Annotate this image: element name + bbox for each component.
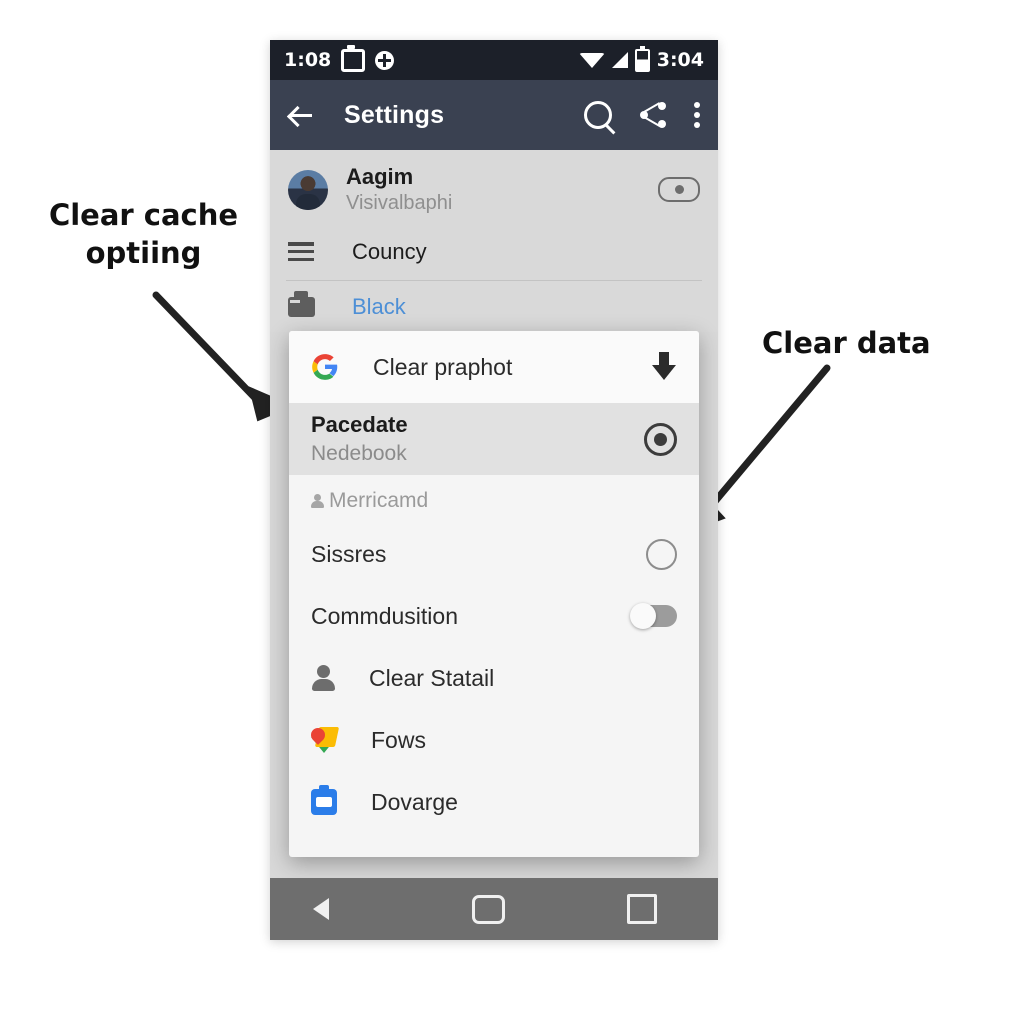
dialog-row-subtitle: Nedebook <box>311 442 407 466</box>
search-icon[interactable] <box>584 101 612 129</box>
dialog-row-label: Commdusition <box>311 602 458 629</box>
dialog-row-label: Clear Statail <box>369 664 495 691</box>
dialog-row-fows[interactable]: Fows <box>289 709 699 771</box>
navigation-bar <box>270 878 718 940</box>
settings-dialog: Clear praphot Pacedate Nedebook Merricam… <box>289 331 699 857</box>
dialog-row-clear-praphot[interactable]: Clear praphot <box>289 331 699 403</box>
settings-list: Aagim Visivalbaphi Councy Black <box>270 150 718 332</box>
profile-name: Aagim <box>346 164 414 189</box>
dialog-section-label: Merricamd <box>329 489 429 512</box>
back-arrow-icon[interactable] <box>288 102 314 128</box>
dialog-row-label: Clear praphot <box>373 353 513 380</box>
radio-selected[interactable] <box>644 422 677 456</box>
dialog-row-label: Dovarge <box>371 788 458 815</box>
cast-icon <box>341 44 366 72</box>
blue-camera-icon <box>311 785 337 815</box>
profile-row[interactable]: Aagim Visivalbaphi <box>270 150 718 226</box>
status-time-right: 3:04 <box>656 49 704 71</box>
annotation-clear-cache: Clear cache optiing <box>48 198 239 271</box>
plus-circle-icon <box>375 50 395 70</box>
avatar <box>288 169 328 210</box>
dialog-row-dovarge[interactable]: Dovarge <box>289 771 699 833</box>
dialog-row-sissres[interactable]: Sissres <box>289 523 699 585</box>
list-item-councy[interactable]: Councy <box>270 226 718 278</box>
nav-recents-icon[interactable] <box>627 894 658 924</box>
briefcase-icon <box>288 290 315 317</box>
annotation-clear-data: Clear data <box>762 326 931 360</box>
share-icon[interactable] <box>640 102 666 128</box>
toggle-chip[interactable] <box>658 177 700 203</box>
google-maps-icon <box>308 725 340 753</box>
dialog-row-label: Fows <box>371 726 426 753</box>
nav-home-icon[interactable] <box>472 894 506 924</box>
dialog-row-pacedate[interactable]: Pacedate Nedebook <box>289 403 699 475</box>
download-icon[interactable] <box>651 352 677 382</box>
list-item-label: Councy <box>352 238 427 264</box>
google-logo-icon <box>312 354 338 380</box>
phone-screenshot: 1:08 3:04 Settings Aagim Visivalbaphi Co… <box>270 40 718 940</box>
app-bar: Settings <box>270 80 718 150</box>
radio-unselected[interactable] <box>646 538 677 570</box>
signal-icon <box>611 52 628 68</box>
list-item-black[interactable]: Black <box>270 281 718 332</box>
dialog-bottom-padding <box>289 833 699 857</box>
overflow-menu-icon[interactable] <box>694 102 700 128</box>
status-time-left: 1:08 <box>284 49 332 71</box>
switch-off[interactable] <box>630 603 677 629</box>
status-bar: 1:08 3:04 <box>270 40 718 80</box>
dialog-row-title: Pacedate <box>311 411 408 437</box>
battery-icon <box>634 45 650 72</box>
wifi-icon <box>578 52 605 68</box>
list-item-label: Black <box>352 293 406 319</box>
dialog-row-clear-statail[interactable]: Clear Statail <box>289 647 699 709</box>
page-title: Settings <box>344 100 445 129</box>
nav-back-icon[interactable] <box>312 895 351 923</box>
dialog-section-header: Merricamd <box>289 475 699 523</box>
person-small-icon <box>311 494 324 508</box>
profile-subtitle: Visivalbaphi <box>346 191 453 214</box>
hamburger-icon <box>288 242 314 262</box>
person-icon <box>311 665 335 691</box>
dialog-row-label: Sissres <box>311 540 387 567</box>
dialog-row-commdusition[interactable]: Commdusition <box>289 585 699 647</box>
